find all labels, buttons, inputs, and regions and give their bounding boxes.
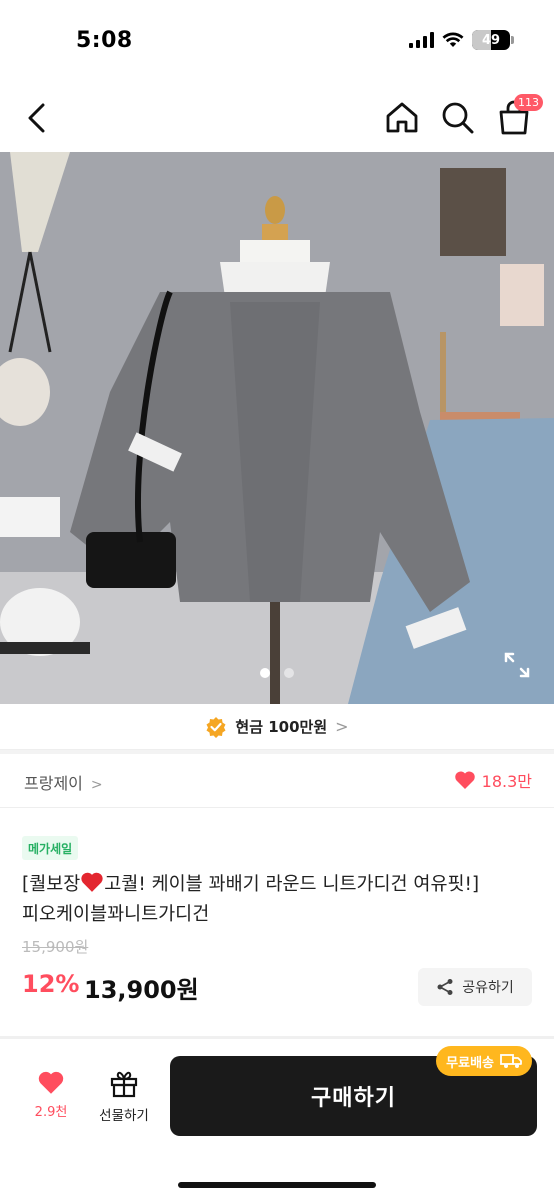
expand-button[interactable] [504, 652, 530, 678]
product-title: [퀄보장 고퀄! 케이블 꽈배기 라운드 니트가디건 여유핏!] 피오케이블꽈니트… [22, 870, 532, 930]
cash-promo-banner[interactable]: 현금 100만원 > [0, 704, 554, 750]
truck-icon [500, 1054, 522, 1068]
search-button[interactable] [438, 98, 478, 138]
wifi-icon [442, 32, 464, 47]
chevron-right-icon: > [335, 717, 349, 736]
battery-icon: 49 [472, 30, 514, 50]
home-indicator [178, 1182, 376, 1188]
heart-icon [38, 1071, 64, 1094]
sale-price: 13,900원 [84, 976, 199, 1004]
signal-icon [409, 32, 434, 48]
brand-link[interactable]: 프랑제이 > [24, 770, 103, 794]
bottom-action-bar: 2.9천 선물하기 구매하기 무료배송 [0, 1040, 554, 1200]
home-icon [386, 102, 418, 133]
carousel-dot[interactable] [260, 668, 270, 678]
bottom-separator [0, 1036, 554, 1039]
cart-badge: 113 [514, 94, 543, 111]
badge-check-icon [206, 716, 226, 738]
heart-emoji-icon [81, 872, 103, 892]
buy-label: 구매하기 [311, 1086, 396, 1111]
brand-like-button[interactable]: 18.3만 [454, 768, 532, 792]
heart-icon [454, 771, 475, 789]
title-line2: 피오케이블꽈니트가디건 [22, 904, 210, 925]
search-icon [442, 102, 474, 134]
chevron-left-icon [28, 103, 45, 133]
title-rest: 고퀄! 케이블 꽈배기 라운드 니트가디건 여유핏!] [104, 874, 480, 895]
carousel-indicator [0, 668, 554, 678]
status-icons: 49 [409, 30, 514, 50]
gift-icon [110, 1071, 138, 1098]
product-photo [0, 152, 554, 704]
wishlist-count: 2.9천 [34, 1105, 68, 1120]
wishlist-button[interactable]: 2.9천 [22, 1070, 80, 1120]
share-icon [437, 979, 453, 995]
title-prefix: [퀄보장 [22, 874, 81, 895]
likes-count: 18.3만 [481, 772, 532, 791]
carousel-dot[interactable] [284, 668, 294, 678]
cash-promo-text: 현금 100만원 [235, 718, 328, 736]
free-shipping-badge: 무료배송 [436, 1046, 532, 1076]
section-divider [0, 750, 554, 754]
top-nav: 113 [0, 88, 554, 148]
expand-icon [504, 652, 530, 678]
discount-rate: 12% [22, 970, 80, 998]
chevron-right-icon: > [90, 777, 103, 793]
brand-name: 프랑제이 [24, 774, 83, 793]
product-image-carousel[interactable] [0, 152, 554, 704]
status-time: 5:08 [76, 28, 133, 53]
original-price: 15,900원 [22, 938, 89, 956]
gift-button[interactable]: 선물하기 [90, 1070, 158, 1124]
cart-button[interactable]: 113 [494, 94, 543, 138]
free-shipping-label: 무료배송 [446, 1055, 494, 1071]
share-label: 공유하기 [462, 980, 514, 996]
status-bar: 5:08 49 [0, 0, 554, 80]
gift-label: 선물하기 [99, 1108, 149, 1124]
share-button[interactable]: 공유하기 [418, 968, 532, 1006]
home-button[interactable] [382, 98, 422, 138]
back-button[interactable] [18, 98, 54, 138]
battery-text: 49 [481, 32, 501, 48]
brand-row: 프랑제이 > 18.3만 [0, 756, 554, 808]
sale-badge: 메가세일 [22, 836, 79, 860]
